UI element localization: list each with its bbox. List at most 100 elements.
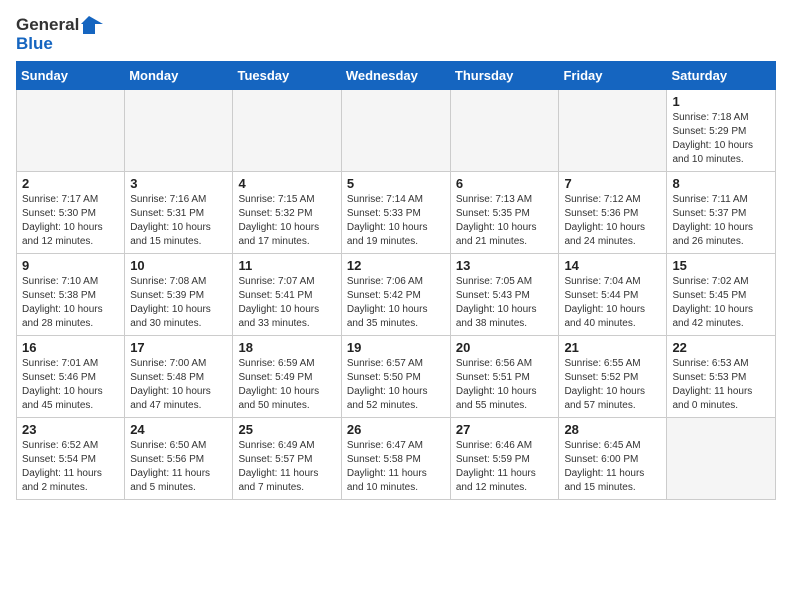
- calendar-cell: 22Sunrise: 6:53 AM Sunset: 5:53 PM Dayli…: [667, 336, 776, 418]
- calendar-cell: [233, 90, 341, 172]
- calendar-cell: 17 Sunrise: 7:00 AM Sunset: 5:48 PM Dayli…: [125, 336, 233, 418]
- calendar-week-row: 9 Sunrise: 7:10 AM Sunset: 5:38 PM Daylig…: [17, 254, 776, 336]
- day-info: Sunrise: 7:00 AM Sunset: 5:48 PM Dayligh…: [130, 357, 227, 413]
- calendar-cell: 24 Sunrise: 6:50 AM Sunset: 5:56 PM Dayli…: [125, 418, 233, 500]
- day-number: 9: [22, 258, 119, 273]
- calendar-cell: [125, 90, 233, 172]
- calendar-week-row: 1 Sunrise: 7:18 AM Sunset: 5:29 PM Daylig…: [17, 90, 776, 172]
- weekday-header: Monday: [125, 62, 233, 90]
- weekday-header: Friday: [559, 62, 667, 90]
- logo-blue: Blue: [16, 35, 103, 54]
- day-info: Sunrise: 7:17 AM Sunset: 5:30 PM Dayligh…: [22, 193, 119, 249]
- day-number: 11: [238, 258, 335, 273]
- day-number: 14: [564, 258, 661, 273]
- calendar-week-row: 23Sunrise: 6:52 AM Sunset: 5:54 PM Dayli…: [17, 418, 776, 500]
- day-number: 20: [456, 340, 554, 355]
- day-info: Sunrise: 7:13 AM Sunset: 5:35 PM Dayligh…: [456, 193, 554, 249]
- calendar-cell: 3 Sunrise: 7:16 AM Sunset: 5:31 PM Daylig…: [125, 172, 233, 254]
- day-info: Sunrise: 6:47 AM Sunset: 5:58 PM Dayligh…: [347, 439, 445, 495]
- day-info: Sunrise: 6:55 AM Sunset: 5:52 PM Dayligh…: [564, 357, 661, 413]
- day-number: 7: [564, 176, 661, 191]
- day-number: 12: [347, 258, 445, 273]
- day-number: 1: [672, 94, 770, 109]
- calendar-cell: 18Sunrise: 6:59 AM Sunset: 5:49 PM Dayli…: [233, 336, 341, 418]
- calendar-cell: 6 Sunrise: 7:13 AM Sunset: 5:35 PM Daylig…: [450, 172, 559, 254]
- day-number: 10: [130, 258, 227, 273]
- day-info: Sunrise: 6:45 AM Sunset: 6:00 PM Dayligh…: [564, 439, 661, 495]
- day-info: Sunrise: 7:14 AM Sunset: 5:33 PM Dayligh…: [347, 193, 445, 249]
- day-number: 15: [672, 258, 770, 273]
- calendar-cell: 7 Sunrise: 7:12 AM Sunset: 5:36 PM Daylig…: [559, 172, 667, 254]
- day-number: 27: [456, 422, 554, 437]
- calendar-cell: 25 Sunrise: 6:49 AM Sunset: 5:57 PM Dayli…: [233, 418, 341, 500]
- day-number: 8: [672, 176, 770, 191]
- day-number: 18: [238, 340, 335, 355]
- calendar-cell: 2 Sunrise: 7:17 AM Sunset: 5:30 PM Daylig…: [17, 172, 125, 254]
- day-number: 23: [22, 422, 119, 437]
- day-number: 3: [130, 176, 227, 191]
- day-info: Sunrise: 6:57 AM Sunset: 5:50 PM Dayligh…: [347, 357, 445, 413]
- day-number: 25: [238, 422, 335, 437]
- calendar-cell: 23Sunrise: 6:52 AM Sunset: 5:54 PM Dayli…: [17, 418, 125, 500]
- day-info: Sunrise: 7:06 AM Sunset: 5:42 PM Dayligh…: [347, 275, 445, 331]
- calendar-cell: 15 Sunrise: 7:02 AM Sunset: 5:45 PM Dayli…: [667, 254, 776, 336]
- day-number: 21: [564, 340, 661, 355]
- day-number: 6: [456, 176, 554, 191]
- calendar-cell: 14 Sunrise: 7:04 AM Sunset: 5:44 PM Dayli…: [559, 254, 667, 336]
- day-info: Sunrise: 7:02 AM Sunset: 5:45 PM Dayligh…: [672, 275, 770, 331]
- calendar-cell: [667, 418, 776, 500]
- calendar-cell: 9 Sunrise: 7:10 AM Sunset: 5:38 PM Daylig…: [17, 254, 125, 336]
- day-info: Sunrise: 6:49 AM Sunset: 5:57 PM Dayligh…: [238, 439, 335, 495]
- calendar-week-row: 2 Sunrise: 7:17 AM Sunset: 5:30 PM Daylig…: [17, 172, 776, 254]
- day-number: 22: [672, 340, 770, 355]
- weekday-header: Saturday: [667, 62, 776, 90]
- weekday-header: Thursday: [450, 62, 559, 90]
- calendar-cell: 16 Sunrise: 7:01 AM Sunset: 5:46 PM Dayli…: [17, 336, 125, 418]
- day-info: Sunrise: 6:56 AM Sunset: 5:51 PM Dayligh…: [456, 357, 554, 413]
- day-number: 19: [347, 340, 445, 355]
- day-info: Sunrise: 7:01 AM Sunset: 5:46 PM Dayligh…: [22, 357, 119, 413]
- calendar-header-row: SundayMondayTuesdayWednesdayThursdayFrid…: [17, 62, 776, 90]
- calendar: SundayMondayTuesdayWednesdayThursdayFrid…: [16, 61, 776, 500]
- day-number: 26: [347, 422, 445, 437]
- calendar-cell: 19 Sunrise: 6:57 AM Sunset: 5:50 PM Dayli…: [341, 336, 450, 418]
- day-info: Sunrise: 7:11 AM Sunset: 5:37 PM Dayligh…: [672, 193, 770, 249]
- calendar-cell: 21 Sunrise: 6:55 AM Sunset: 5:52 PM Dayli…: [559, 336, 667, 418]
- calendar-cell: 26 Sunrise: 6:47 AM Sunset: 5:58 PM Dayli…: [341, 418, 450, 500]
- day-info: Sunrise: 7:07 AM Sunset: 5:41 PM Dayligh…: [238, 275, 335, 331]
- day-info: Sunrise: 6:46 AM Sunset: 5:59 PM Dayligh…: [456, 439, 554, 495]
- calendar-cell: [450, 90, 559, 172]
- logo-general: General: [16, 16, 79, 35]
- calendar-cell: [17, 90, 125, 172]
- day-info: Sunrise: 7:16 AM Sunset: 5:31 PM Dayligh…: [130, 193, 227, 249]
- day-number: 28: [564, 422, 661, 437]
- day-info: Sunrise: 7:05 AM Sunset: 5:43 PM Dayligh…: [456, 275, 554, 331]
- logo-wordmark: General Blue: [16, 16, 103, 53]
- day-number: 13: [456, 258, 554, 273]
- day-number: 16: [22, 340, 119, 355]
- calendar-cell: [341, 90, 450, 172]
- calendar-cell: 12 Sunrise: 7:06 AM Sunset: 5:42 PM Dayli…: [341, 254, 450, 336]
- calendar-cell: 27 Sunrise: 6:46 AM Sunset: 5:59 PM Dayli…: [450, 418, 559, 500]
- day-info: Sunrise: 7:08 AM Sunset: 5:39 PM Dayligh…: [130, 275, 227, 331]
- header: General Blue: [16, 16, 776, 53]
- day-info: Sunrise: 7:10 AM Sunset: 5:38 PM Dayligh…: [22, 275, 119, 331]
- day-info: Sunrise: 6:50 AM Sunset: 5:56 PM Dayligh…: [130, 439, 227, 495]
- calendar-week-row: 16 Sunrise: 7:01 AM Sunset: 5:46 PM Dayli…: [17, 336, 776, 418]
- calendar-cell: 8 Sunrise: 7:11 AM Sunset: 5:37 PM Daylig…: [667, 172, 776, 254]
- day-number: 4: [238, 176, 335, 191]
- day-info: Sunrise: 7:15 AM Sunset: 5:32 PM Dayligh…: [238, 193, 335, 249]
- weekday-header: Tuesday: [233, 62, 341, 90]
- calendar-cell: [559, 90, 667, 172]
- day-number: 17: [130, 340, 227, 355]
- calendar-cell: 10 Sunrise: 7:08 AM Sunset: 5:39 PM Dayli…: [125, 254, 233, 336]
- day-number: 5: [347, 176, 445, 191]
- logo-arrow-icon: [81, 16, 103, 34]
- logo: General Blue: [16, 16, 103, 53]
- day-info: Sunrise: 7:04 AM Sunset: 5:44 PM Dayligh…: [564, 275, 661, 331]
- day-info: Sunrise: 7:12 AM Sunset: 5:36 PM Dayligh…: [564, 193, 661, 249]
- day-info: Sunrise: 7:18 AM Sunset: 5:29 PM Dayligh…: [672, 111, 770, 167]
- calendar-cell: 4 Sunrise: 7:15 AM Sunset: 5:32 PM Daylig…: [233, 172, 341, 254]
- day-number: 2: [22, 176, 119, 191]
- day-number: 24: [130, 422, 227, 437]
